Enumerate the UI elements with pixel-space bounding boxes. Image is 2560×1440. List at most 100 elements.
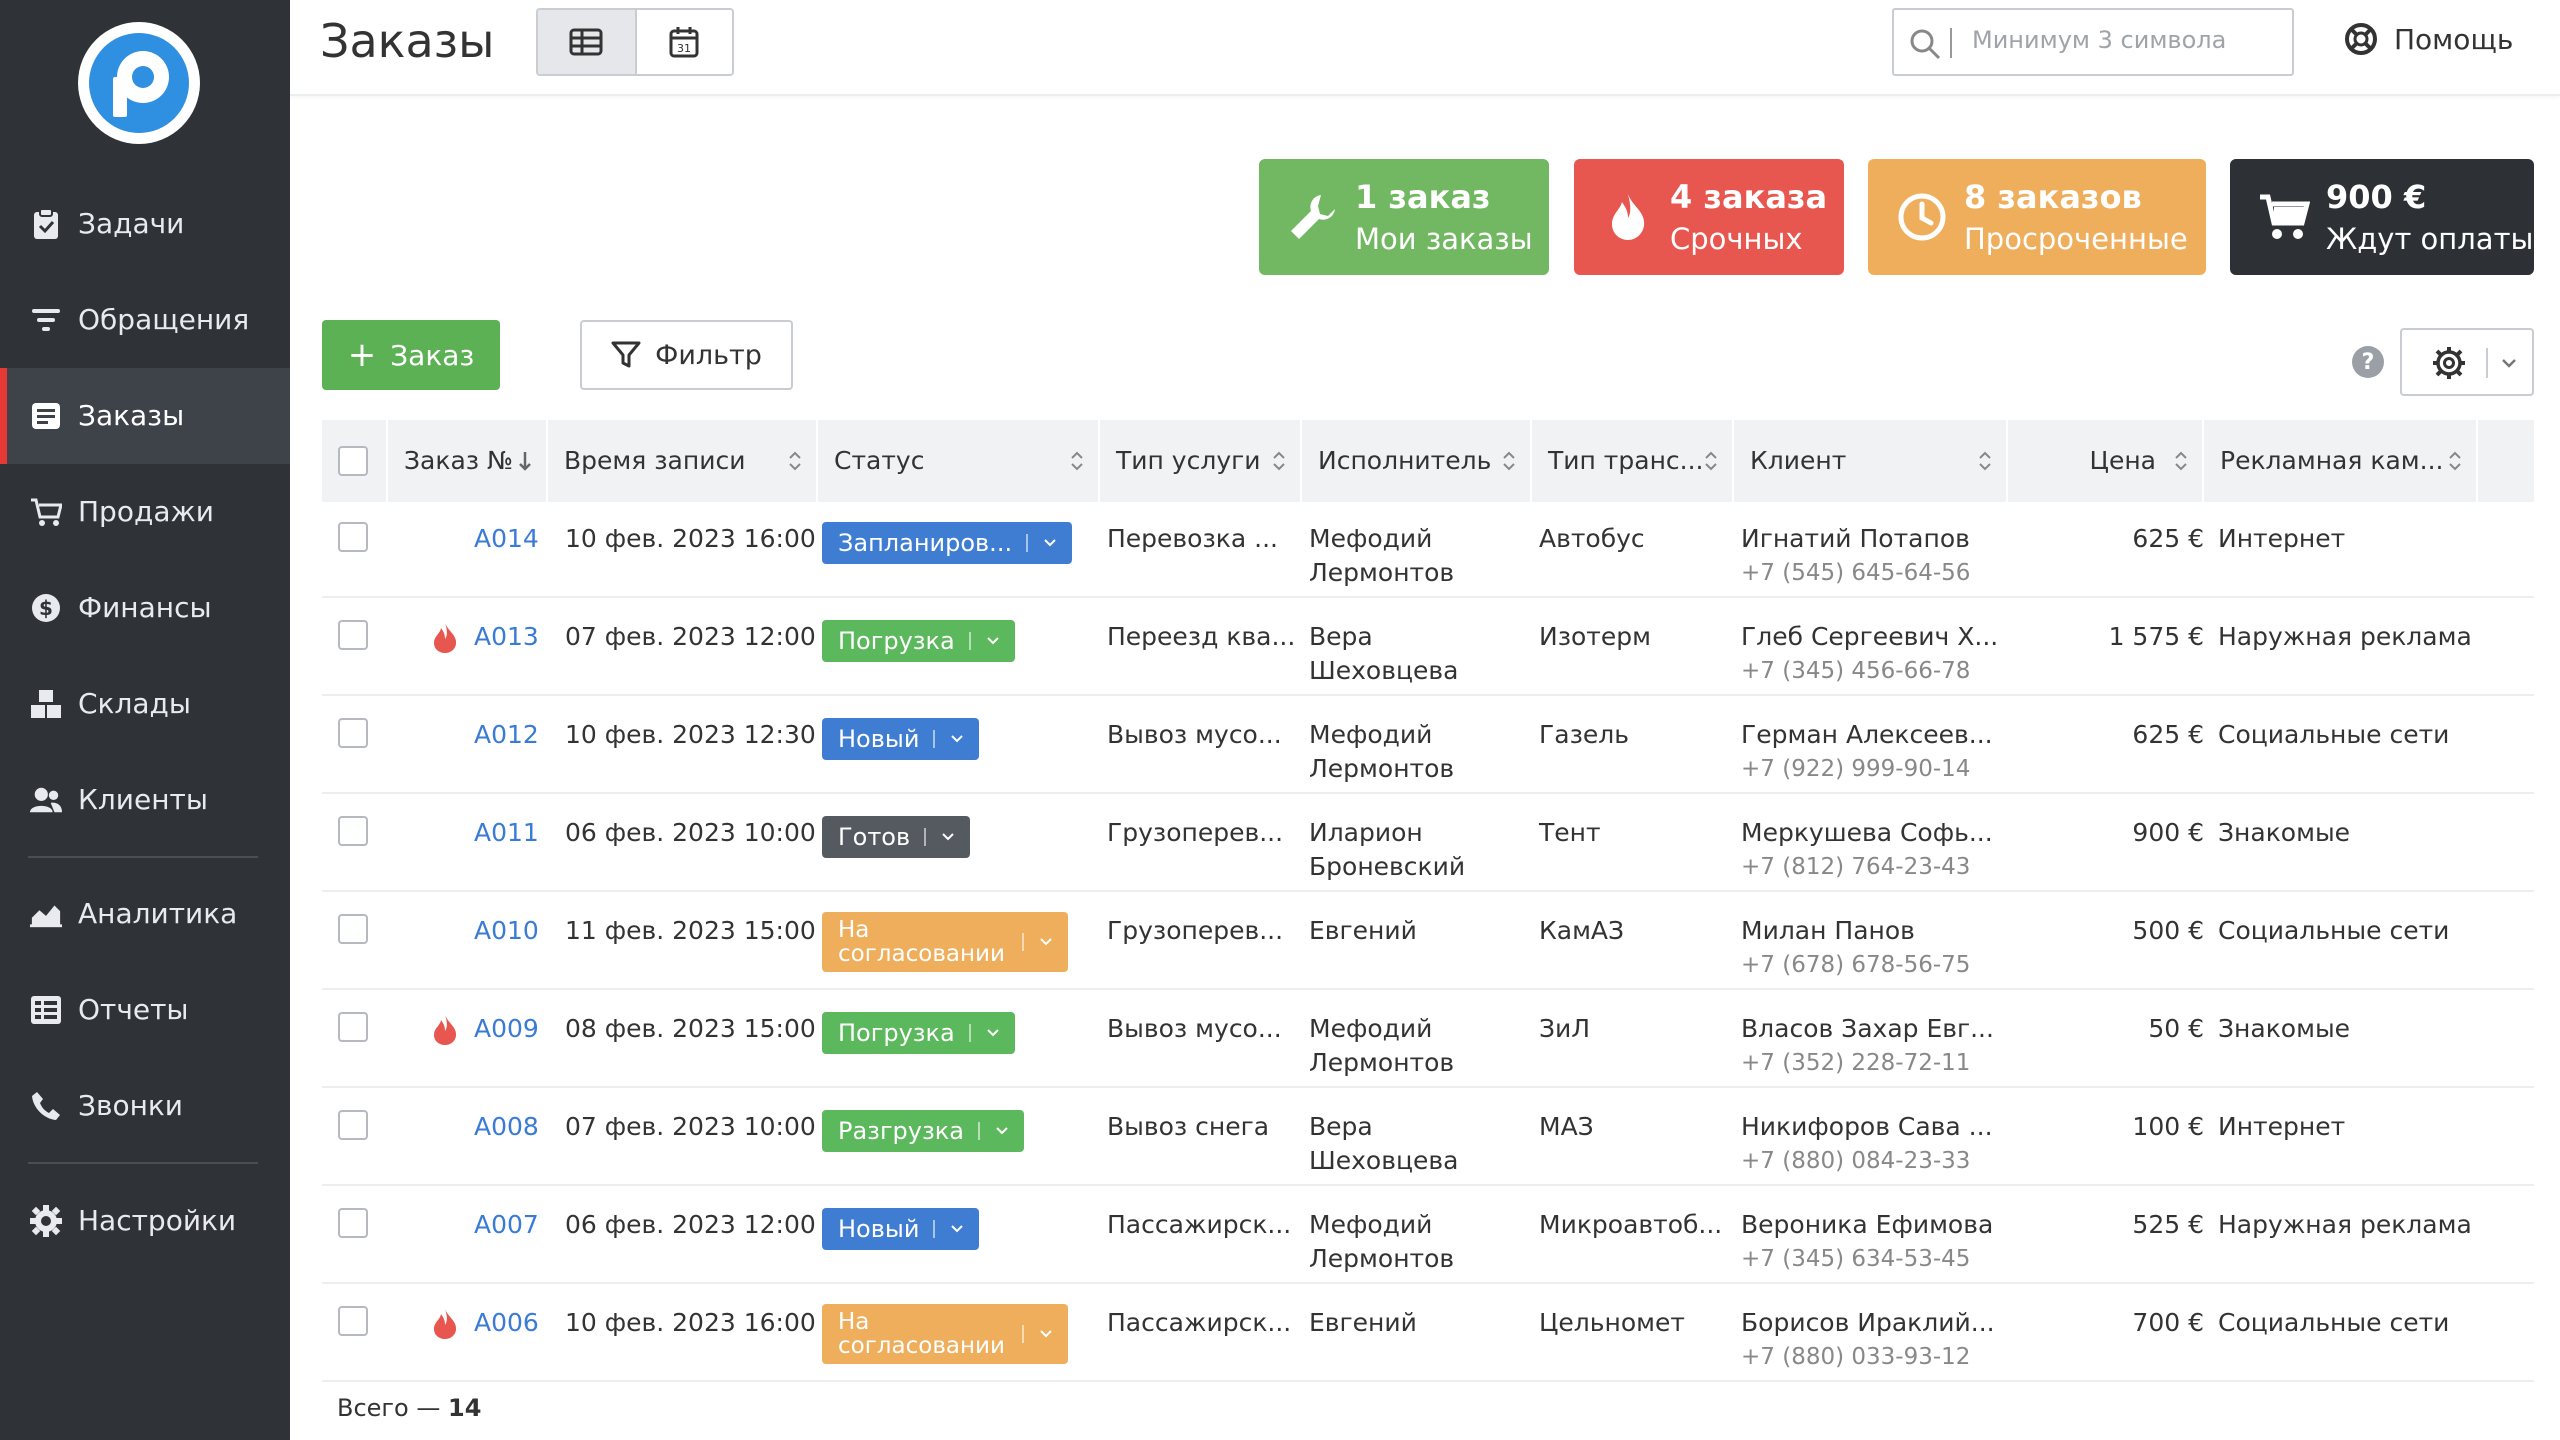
table-row[interactable]: A006 10 фев. 2023 16:00 На согласовании Пас…: [322, 1286, 2534, 1382]
page-title: Заказы: [320, 14, 495, 68]
row-checkbox[interactable]: [338, 522, 368, 552]
row-checkbox[interactable]: [338, 1208, 368, 1238]
table-row[interactable]: A010 11 фев. 2023 15:00 На согласовании Гру…: [322, 894, 2534, 990]
order-number-link[interactable]: A012: [474, 718, 539, 752]
executor-name: Мефодий: [1309, 1210, 1433, 1239]
order-price: 525 €: [2132, 1210, 2204, 1239]
sidebar-item-orders[interactable]: Заказы: [0, 368, 290, 464]
status-dropdown[interactable]: Запланиров...: [822, 522, 1073, 564]
awaiting-payment-card[interactable]: 900 € Ждут оплаты: [2230, 159, 2534, 275]
status-dropdown[interactable]: Погрузка: [822, 620, 1015, 662]
total-value: 14: [448, 1394, 482, 1422]
order-number-link[interactable]: A014: [474, 522, 539, 556]
card-subtitle: Ждут оплаты: [2326, 222, 2534, 256]
status-dropdown[interactable]: На согласовании: [822, 912, 1068, 972]
column-header-executor[interactable]: Исполнитель: [1302, 420, 1532, 502]
order-price: 1 575 €: [2108, 622, 2204, 651]
search-box[interactable]: [1892, 8, 2294, 76]
row-checkbox[interactable]: [338, 718, 368, 748]
column-title: Тип услуги: [1116, 446, 1261, 475]
column-header-order-no[interactable]: Заказ №: [388, 420, 548, 502]
column-title: Тип транс...: [1548, 446, 1704, 475]
service-type: Грузоперев...: [1107, 818, 1284, 847]
row-checkbox[interactable]: [338, 914, 368, 944]
service-type: Перевозка ...: [1107, 524, 1278, 553]
client-name: Никифоров Сава ...: [1741, 1112, 1993, 1141]
row-checkbox[interactable]: [338, 620, 368, 650]
status-dropdown[interactable]: Новый: [822, 718, 980, 760]
search-input[interactable]: [1972, 26, 2272, 54]
select-all-cell: [322, 420, 388, 502]
service-type: Вывоз снега: [1107, 1112, 1270, 1141]
status-dropdown[interactable]: Новый: [822, 1208, 980, 1250]
order-number-link[interactable]: A011: [474, 816, 539, 850]
order-number-link[interactable]: A008: [474, 1110, 539, 1144]
table-row[interactable]: A013 07 фев. 2023 12:00 Погрузка Переезд кв…: [322, 600, 2534, 696]
cart-icon: [2256, 189, 2312, 245]
sidebar-item-settings[interactable]: Настройки: [0, 1173, 290, 1269]
status-dropdown[interactable]: Погрузка: [822, 1012, 1015, 1054]
filter-button[interactable]: Фильтр: [580, 320, 793, 390]
app-logo[interactable]: [78, 22, 200, 144]
order-number-link[interactable]: A009: [474, 1012, 539, 1046]
my-orders-card[interactable]: 1 заказ Мои заказы: [1259, 159, 1549, 275]
status-dropdown[interactable]: Разгрузка: [822, 1110, 1024, 1152]
ad-campaign: Социальные сети: [2218, 720, 2450, 749]
column-header-price[interactable]: Цена: [2008, 420, 2204, 502]
overdue-orders-card[interactable]: 8 заказов Просроченные: [1868, 159, 2206, 275]
urgent-orders-card[interactable]: 4 заказа Срочных: [1574, 159, 1844, 275]
fire-icon: [1600, 189, 1656, 245]
column-header-status[interactable]: Статус: [818, 420, 1100, 502]
column-title: Цена: [2089, 446, 2156, 475]
settings-divider: [2486, 348, 2488, 378]
order-number-link[interactable]: A007: [474, 1208, 539, 1242]
column-header-transport-type[interactable]: Тип транс...: [1532, 420, 1734, 502]
row-checkbox[interactable]: [338, 1306, 368, 1336]
service-type: Пассажирск...: [1107, 1308, 1292, 1337]
sidebar-item-reports[interactable]: Отчеты: [0, 962, 290, 1058]
client-name: Милан Панов: [1741, 916, 1915, 945]
row-checkbox[interactable]: [338, 816, 368, 846]
table-row[interactable]: A008 07 фев. 2023 10:00 Разгрузка Вывоз сне…: [322, 1090, 2534, 1186]
status-divider: [1022, 1325, 1024, 1343]
table-view-button[interactable]: [538, 10, 635, 74]
sidebar-item-sales[interactable]: Продажи: [0, 464, 290, 560]
help-question-icon[interactable]: ?: [2352, 346, 2384, 378]
client-name: Глеб Сергеевич Х...: [1741, 622, 1999, 651]
table-row[interactable]: A012 10 фев. 2023 12:30 Новый Вывоз мусо...…: [322, 698, 2534, 794]
order-time: 10 фев. 2023 16:00: [565, 524, 816, 553]
help-link[interactable]: Помощь: [2344, 22, 2513, 56]
column-header-time[interactable]: Время записи: [548, 420, 818, 502]
row-checkbox[interactable]: [338, 1110, 368, 1140]
table-row[interactable]: A011 06 фев. 2023 10:00 Готов Грузоперев...…: [322, 796, 2534, 892]
sidebar-item-clients[interactable]: Клиенты: [0, 752, 290, 848]
sidebar-item-tasks[interactable]: Задачи: [0, 176, 290, 272]
sort-icon: [1979, 451, 1991, 471]
row-checkbox[interactable]: [338, 1012, 368, 1042]
column-header-service-type[interactable]: Тип услуги: [1100, 420, 1302, 502]
select-all-checkbox[interactable]: [338, 446, 368, 476]
status-dropdown[interactable]: Готов: [822, 816, 971, 858]
sidebar-item-analytics[interactable]: Аналитика: [0, 866, 290, 962]
table-row[interactable]: A014 10 фев. 2023 16:00 Запланиров... Перев…: [322, 502, 2534, 598]
table-row[interactable]: A009 08 фев. 2023 15:00 Погрузка Вывоз мусо…: [322, 992, 2534, 1088]
order-number-link[interactable]: A006: [474, 1306, 539, 1340]
phone-icon: [30, 1090, 62, 1122]
sidebar-item-requests[interactable]: Обращения: [0, 272, 290, 368]
order-number-link[interactable]: A013: [474, 620, 539, 654]
cart-icon: [30, 496, 62, 528]
status-dropdown[interactable]: На согласовании: [822, 1304, 1068, 1364]
sidebar-item-warehouses[interactable]: Склады: [0, 656, 290, 752]
column-header-ad-campaign[interactable]: Рекламная кам...: [2204, 420, 2478, 502]
status-divider: [968, 1024, 971, 1042]
add-order-button[interactable]: + Заказ: [322, 320, 500, 390]
table-settings-button[interactable]: [2400, 328, 2534, 396]
table-row[interactable]: A007 06 фев. 2023 12:00 Новый Пассажирск...…: [322, 1188, 2534, 1284]
sidebar-item-calls[interactable]: Звонки: [0, 1058, 290, 1154]
sidebar-item-finance[interactable]: $ Финансы: [0, 560, 290, 656]
executor-name: Мефодий: [1309, 524, 1433, 553]
order-price: 700 €: [2132, 1308, 2204, 1337]
calendar-view-button[interactable]: 31: [634, 10, 732, 74]
order-number-link[interactable]: A010: [474, 914, 539, 948]
column-header-client[interactable]: Клиент: [1734, 420, 2008, 502]
